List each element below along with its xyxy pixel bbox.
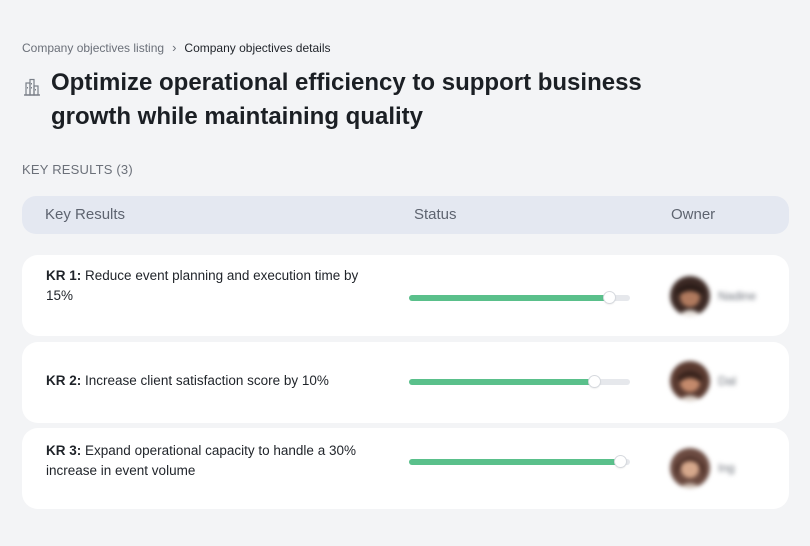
key-results-section-label: KEY RESULTS (3) — [22, 162, 133, 177]
progress-bar-fill — [409, 295, 611, 301]
owner-avatar — [670, 276, 710, 316]
breadcrumb-separator-icon: › — [172, 40, 177, 55]
owner[interactable]: Ing — [670, 448, 735, 488]
key-result-description: KR 1: Reduce event planning and executio… — [46, 266, 366, 306]
progress-bar-fill — [409, 379, 595, 385]
key-result-description: KR 3: Expand operational capacity to han… — [46, 441, 366, 481]
breadcrumb-current-page: Company objectives details — [184, 40, 331, 55]
key-result-text: Reduce event planning and execution time… — [46, 268, 359, 303]
progress-bar — [409, 292, 630, 303]
key-result-id: KR 2: — [46, 373, 82, 388]
progress-bar-knob — [588, 376, 600, 387]
key-result-description: KR 2: Increase client satisfaction score… — [46, 371, 366, 391]
owner-name: Nadine — [718, 289, 757, 303]
owner-avatar — [670, 448, 710, 488]
key-result-id: KR 1: — [46, 268, 82, 283]
owner-avatar — [670, 361, 710, 401]
key-result-id: KR 3: — [46, 443, 82, 458]
objective-header: Optimize operational efficiency to suppo… — [22, 66, 691, 134]
key-result-text: Expand operational capacity to handle a … — [46, 443, 356, 478]
key-result-row[interactable]: KR 1: Reduce event planning and executio… — [22, 255, 789, 336]
breadcrumb-link-objectives-listing[interactable]: Company objectives listing — [22, 41, 164, 55]
progress-bar — [409, 456, 630, 467]
progress-bar-knob — [604, 292, 616, 303]
owner-name: Dal — [718, 374, 737, 388]
owner-name: Ing — [718, 461, 735, 475]
progress-bar — [409, 376, 630, 387]
column-header-key-results: Key Results — [45, 206, 126, 223]
breadcrumb: Company objectives listing › Company obj… — [22, 40, 331, 55]
column-header-status: Status — [414, 206, 457, 223]
key-result-row[interactable]: KR 2: Increase client satisfaction score… — [22, 342, 789, 423]
key-results-table-header: Key Results Status Owner — [22, 196, 789, 234]
owner[interactable]: Dal — [670, 361, 736, 401]
key-result-row[interactable]: KR 3: Expand operational capacity to han… — [22, 428, 789, 509]
building-chart-icon — [24, 78, 40, 96]
key-result-text: Increase client satisfaction score by 10… — [85, 373, 329, 388]
page-title: Optimize operational efficiency to suppo… — [51, 69, 642, 130]
progress-bar-knob — [615, 456, 627, 467]
owner[interactable]: Nadine — [670, 276, 756, 316]
column-header-owner: Owner — [671, 206, 716, 223]
progress-bar-fill — [409, 459, 622, 465]
